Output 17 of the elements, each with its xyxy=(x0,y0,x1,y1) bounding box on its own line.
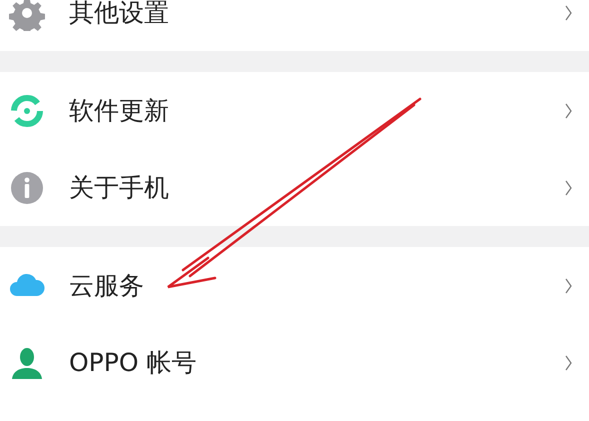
info-icon xyxy=(9,170,45,206)
settings-item[interactable]: 关于手机 xyxy=(0,149,589,226)
chevron-icon xyxy=(565,4,573,20)
item-label: 云服务 xyxy=(69,270,145,302)
item-label: 关于手机 xyxy=(69,172,170,204)
chevron-icon xyxy=(565,180,573,196)
item-label: 软件更新 xyxy=(69,95,170,127)
item-label: OPPO 帐号 xyxy=(69,347,198,379)
chevron-icon xyxy=(565,102,573,118)
settings-item[interactable]: 软件更新 xyxy=(0,72,589,149)
settings-item[interactable]: OPPO 帐号 xyxy=(0,324,589,401)
sync-icon xyxy=(9,92,45,128)
chevron-icon xyxy=(565,354,573,370)
settings-item[interactable]: 云服务 xyxy=(0,247,589,324)
chevron-icon xyxy=(565,278,573,294)
item-label: 其他设置 xyxy=(69,0,170,29)
settings-item[interactable]: 其他设置 xyxy=(0,0,589,51)
